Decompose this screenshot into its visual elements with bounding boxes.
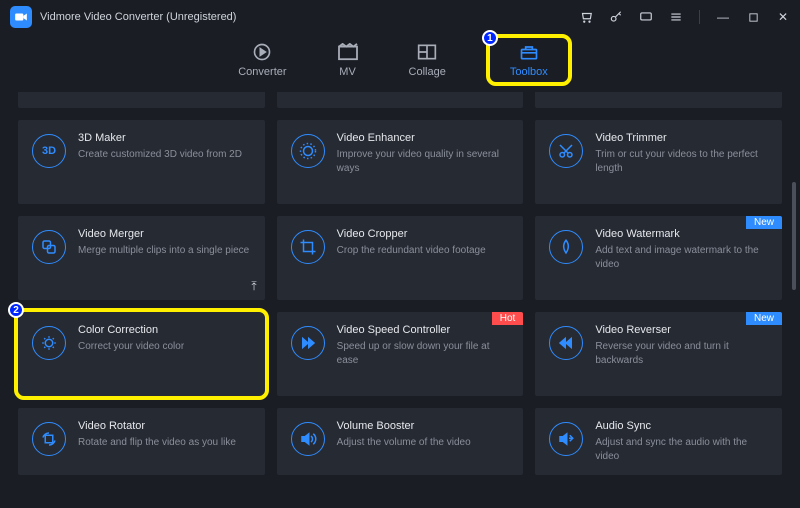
trimmer-icon bbox=[549, 134, 583, 168]
cart-icon[interactable] bbox=[579, 10, 593, 24]
card-title: Video Trimmer bbox=[595, 132, 768, 144]
card-video-rotator[interactable]: Video Rotator Rotate and flip the video a… bbox=[18, 408, 265, 475]
card-3d-maker[interactable]: 3D 3D Maker Create customized 3D video fr… bbox=[18, 120, 265, 204]
divider bbox=[699, 10, 700, 24]
key-icon[interactable] bbox=[609, 10, 623, 24]
collage-icon bbox=[416, 42, 438, 62]
card-desc: Trim or cut your videos to the perfect l… bbox=[595, 148, 768, 175]
toolbox-icon bbox=[518, 42, 540, 62]
card-title: Video Enhancer bbox=[337, 132, 510, 144]
card-video-cropper[interactable]: Video Cropper Crop the redundant video fo… bbox=[277, 216, 524, 300]
card-title: Video Reverser bbox=[595, 324, 768, 336]
card-title: Color Correction bbox=[78, 324, 251, 336]
card-video-speed[interactable]: Hot Video Speed Controller Speed up or sl… bbox=[277, 312, 524, 396]
card-video-merger[interactable]: Video Merger Merge multiple clips into a … bbox=[18, 216, 265, 300]
mv-icon bbox=[337, 42, 359, 62]
card-video-reverser[interactable]: New Video Reverser Reverse your video and… bbox=[535, 312, 782, 396]
maximize-icon[interactable] bbox=[746, 10, 760, 24]
tab-mv[interactable]: MV bbox=[331, 40, 365, 80]
main-tabs: Converter MV Collage 1 Toolbox bbox=[0, 34, 800, 86]
card-desc: Improve your video quality in several wa… bbox=[337, 148, 510, 175]
card-volume-booster[interactable]: Volume Booster Adjust the volume of the v… bbox=[277, 408, 524, 475]
watermark-icon bbox=[549, 230, 583, 264]
window-controls: — ✕ bbox=[579, 10, 790, 24]
card-title: 3D Maker bbox=[78, 132, 251, 144]
card-desc: Crop the redundant video footage bbox=[337, 244, 510, 258]
card-desc: Speed up or slow down your file at ease bbox=[337, 340, 510, 367]
converter-icon bbox=[251, 42, 273, 62]
card-title: Video Merger bbox=[78, 228, 251, 240]
new-badge: New bbox=[746, 312, 782, 325]
rotator-icon bbox=[32, 422, 66, 456]
merger-icon bbox=[32, 230, 66, 264]
card-desc: Adjust the volume of the video bbox=[337, 436, 510, 450]
card-audio-sync[interactable]: Audio Sync Adjust and sync the audio with… bbox=[535, 408, 782, 475]
volume-icon bbox=[291, 422, 325, 456]
reverser-icon bbox=[549, 326, 583, 360]
toolbox-content: 3D 3D Maker Create customized 3D video fr… bbox=[0, 86, 800, 508]
card-desc: Add text and image watermark to the vide… bbox=[595, 244, 768, 271]
card-desc: Rotate and flip the video as you like bbox=[78, 436, 251, 450]
3d-icon: 3D bbox=[32, 134, 66, 168]
tab-converter[interactable]: Converter bbox=[232, 40, 292, 80]
card-title: Video Cropper bbox=[337, 228, 510, 240]
menu-icon[interactable] bbox=[669, 10, 683, 24]
titlebar: Vidmore Video Converter (Unregistered) —… bbox=[0, 0, 800, 34]
scrollbar[interactable] bbox=[792, 182, 796, 290]
callout-2: 2 bbox=[8, 302, 24, 318]
tab-collage[interactable]: Collage bbox=[403, 40, 452, 80]
hot-badge: Hot bbox=[492, 312, 524, 325]
feedback-icon[interactable] bbox=[639, 10, 653, 24]
app-logo bbox=[10, 6, 32, 28]
card-desc: Merge multiple clips into a single piece bbox=[78, 244, 251, 258]
speed-icon bbox=[291, 326, 325, 360]
card-title: Video Rotator bbox=[78, 420, 251, 432]
card-desc: Correct your video color bbox=[78, 340, 251, 354]
card-desc: Reverse your video and turn it backwards bbox=[595, 340, 768, 367]
color-icon bbox=[32, 326, 66, 360]
compress-icon[interactable]: ⤒ bbox=[251, 279, 256, 294]
tab-toolbox[interactable]: 1 Toolbox bbox=[490, 38, 568, 82]
callout-1: 1 bbox=[482, 30, 498, 46]
close-icon[interactable]: ✕ bbox=[776, 10, 790, 24]
new-badge: New bbox=[746, 216, 782, 229]
tools-grid: 3D 3D Maker Create customized 3D video fr… bbox=[18, 120, 782, 475]
peek-row bbox=[18, 92, 782, 108]
card-video-trimmer[interactable]: Video Trimmer Trim or cut your videos to … bbox=[535, 120, 782, 204]
card-video-watermark[interactable]: New Video Watermark Add text and image wa… bbox=[535, 216, 782, 300]
audiosync-icon bbox=[549, 422, 583, 456]
card-title: Video Watermark bbox=[595, 228, 768, 240]
window-title: Vidmore Video Converter (Unregistered) bbox=[40, 11, 579, 23]
card-title: Volume Booster bbox=[337, 420, 510, 432]
cropper-icon bbox=[291, 230, 325, 264]
card-title: Video Speed Controller bbox=[337, 324, 510, 336]
card-color-correction[interactable]: 2 Color CorrectionCorrect your video col… bbox=[18, 312, 265, 396]
enhancer-icon bbox=[291, 134, 325, 168]
card-title: Audio Sync bbox=[595, 420, 768, 432]
card-desc: Adjust and sync the audio with the video bbox=[595, 436, 768, 463]
card-video-enhancer[interactable]: Video Enhancer Improve your video quality… bbox=[277, 120, 524, 204]
card-desc: Create customized 3D video from 2D bbox=[78, 148, 251, 162]
minimize-icon[interactable]: — bbox=[716, 10, 730, 24]
